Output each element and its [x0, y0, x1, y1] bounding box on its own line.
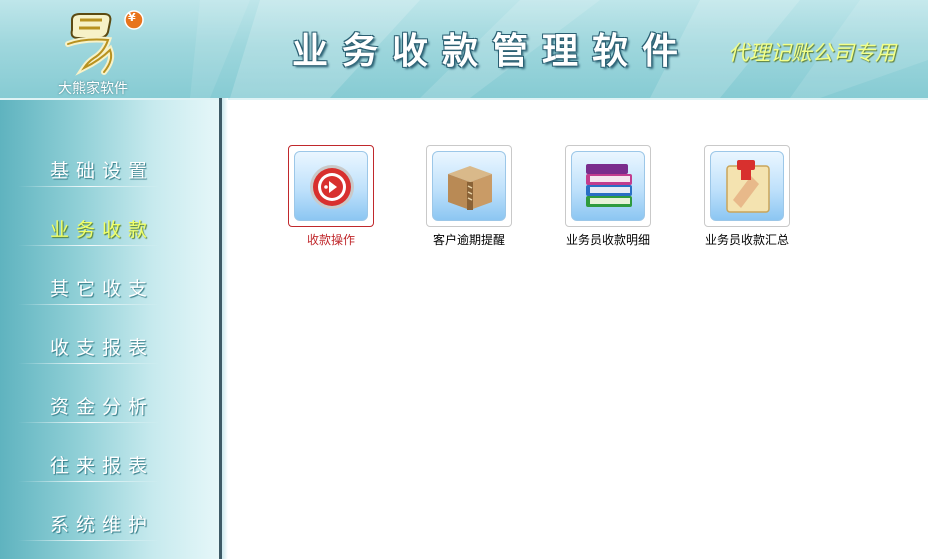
tile-frame[interactable] — [565, 145, 651, 227]
books-stack-icon — [586, 164, 632, 207]
sidebar-item-business-receipts[interactable]: 业务收款 — [0, 159, 219, 246]
app-title: 业务收款管理软件 — [292, 31, 693, 72]
stamp-icon — [726, 160, 770, 213]
tile-receipt-operation[interactable]: 收款操作 — [276, 145, 386, 248]
tile-caption: 客户逾期提醒 — [432, 233, 505, 247]
play-circle-icon — [310, 165, 354, 209]
sidebar-item-label: 系统维护 — [50, 514, 155, 536]
tile-customer-overdue-reminder[interactable]: 客户逾期提醒 — [414, 145, 524, 248]
divider — [18, 540, 160, 541]
tile-frame[interactable] — [704, 145, 790, 227]
app-header: ¥ 大熊家软件 业务收款管理软件 代理记账公司专用 — [0, 0, 928, 98]
sidebar-item-account-report[interactable]: 往来报表 — [0, 395, 219, 482]
sidebar-item-basic-settings[interactable]: 基础设置 — [0, 100, 219, 187]
sidebar-item-fund-analysis[interactable]: 资金分析 — [0, 336, 219, 423]
main-content: 收款操作 客户逾期提醒 业务员收款明细 业务员收款汇总 — [228, 100, 928, 559]
tile-frame[interactable] — [426, 145, 512, 227]
tile-icon-bg — [571, 151, 645, 221]
sidebar-item-other-income-expense[interactable]: 其它收支 — [0, 218, 219, 305]
sidebar-item-income-expense-report[interactable]: 收支报表 — [0, 277, 219, 364]
tile-frame[interactable] — [288, 145, 374, 227]
tile-caption: 业务员收款汇总 — [704, 233, 789, 247]
package-box-icon — [448, 166, 492, 210]
sidebar: 基础设置 业务收款 其它收支 收支报表 资金分析 往来报表 系统维护 — [0, 100, 219, 559]
brand-logo: ¥ 大熊家软件 — [0, 0, 196, 98]
tile-caption: 业务员收款明细 — [565, 233, 650, 247]
tile-caption: 收款操作 — [306, 233, 355, 247]
currency-badge: ¥ — [128, 11, 136, 24]
sidebar-item-system-maintenance[interactable]: 系统维护 — [0, 454, 219, 541]
tile-salesperson-receipt-summary[interactable]: 业务员收款汇总 — [692, 145, 802, 248]
tile-icon-bg — [294, 151, 368, 221]
app-subtitle: 代理记账公司专用 — [728, 41, 896, 65]
tile-icon-bg — [432, 151, 506, 221]
brand-name: 大熊家软件 — [58, 81, 128, 97]
tile-icon-bg — [710, 151, 784, 221]
tile-salesperson-receipt-detail[interactable]: 业务员收款明细 — [553, 145, 663, 248]
